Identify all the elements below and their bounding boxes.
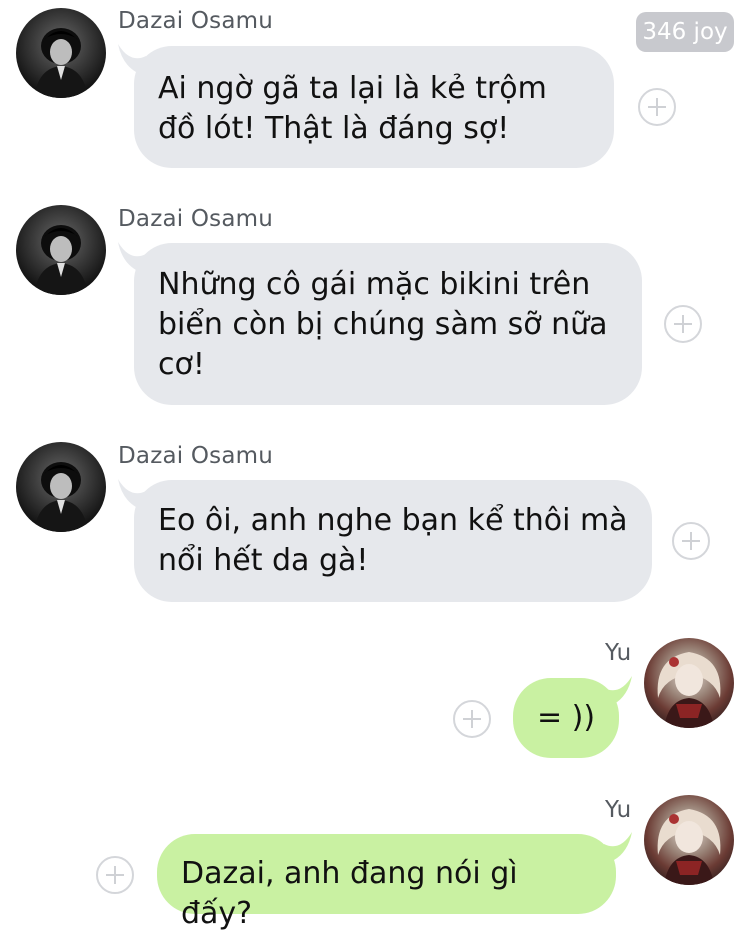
message-bubble[interactable]: = ))	[513, 678, 619, 758]
sender-avatar[interactable]	[16, 442, 106, 532]
message-text: Dazai, anh đang nói gì đấy?	[181, 856, 518, 931]
message-bubble[interactable]: Eo ôi, anh nghe bạn kể thôi mà nổi hết d…	[134, 480, 652, 602]
message-bubble[interactable]: Ai ngờ gã ta lại là kẻ trộm đồ lót! Thật…	[134, 46, 614, 168]
plus-circle-icon[interactable]	[672, 522, 710, 560]
sender-avatar[interactable]	[16, 205, 106, 295]
plus-circle-icon[interactable]	[664, 305, 702, 343]
sender-avatar[interactable]	[644, 795, 734, 885]
sender-name: Dazai Osamu	[118, 443, 274, 469]
sender-name: Dazai Osamu	[118, 206, 274, 232]
message-text: Ai ngờ gã ta lại là kẻ trộm đồ lót! Thật…	[158, 71, 547, 146]
message-text: = ))	[536, 700, 596, 735]
sender-name: Yu	[605, 640, 632, 666]
message-bubble[interactable]: Dazai, anh đang nói gì đấy?	[157, 834, 616, 931]
message-text: Eo ôi, anh nghe bạn kể thôi mà nổi hết d…	[158, 503, 628, 578]
sender-name: Yu	[605, 797, 632, 823]
message-bubble[interactable]: Những cô gái mặc bikini trên biển còn bị…	[134, 243, 642, 405]
plus-circle-icon[interactable]	[96, 856, 134, 894]
sender-avatar[interactable]	[644, 638, 734, 728]
sender-name: Dazai Osamu	[118, 8, 274, 34]
plus-circle-icon[interactable]	[453, 700, 491, 738]
plus-circle-icon[interactable]	[638, 88, 676, 126]
joy-count-badge: 346 joy	[636, 12, 734, 52]
sender-avatar[interactable]	[16, 8, 106, 98]
message-text: Những cô gái mặc bikini trên biển còn bị…	[158, 267, 608, 382]
